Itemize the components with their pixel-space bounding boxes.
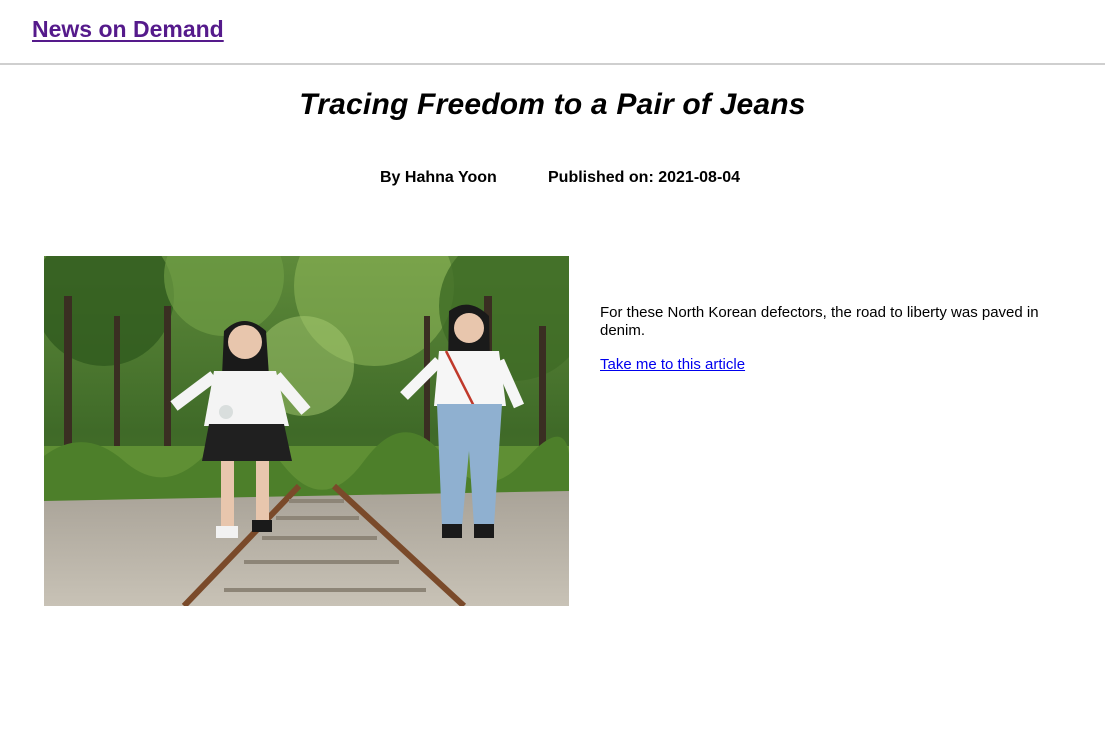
article-published-date: Published on: 2021-08-04 bbox=[548, 169, 741, 186]
article-summary-text: For these North Korean defectors, the ro… bbox=[600, 304, 1039, 339]
article-hero-image bbox=[44, 256, 569, 606]
take-me-to-article-link[interactable]: Take me to this article bbox=[600, 356, 745, 373]
article-summary: For these North Korean defectors, the ro… bbox=[600, 304, 1040, 340]
article-title: Tracing Freedom to a Pair of Jeans bbox=[299, 88, 806, 121]
site-title-link[interactable]: News on Demand bbox=[32, 16, 224, 43]
site-header: News on Demand bbox=[0, 0, 1105, 65]
article-byline: By Hahna Yoon bbox=[380, 169, 497, 186]
hero-photo-illustration bbox=[44, 256, 569, 606]
